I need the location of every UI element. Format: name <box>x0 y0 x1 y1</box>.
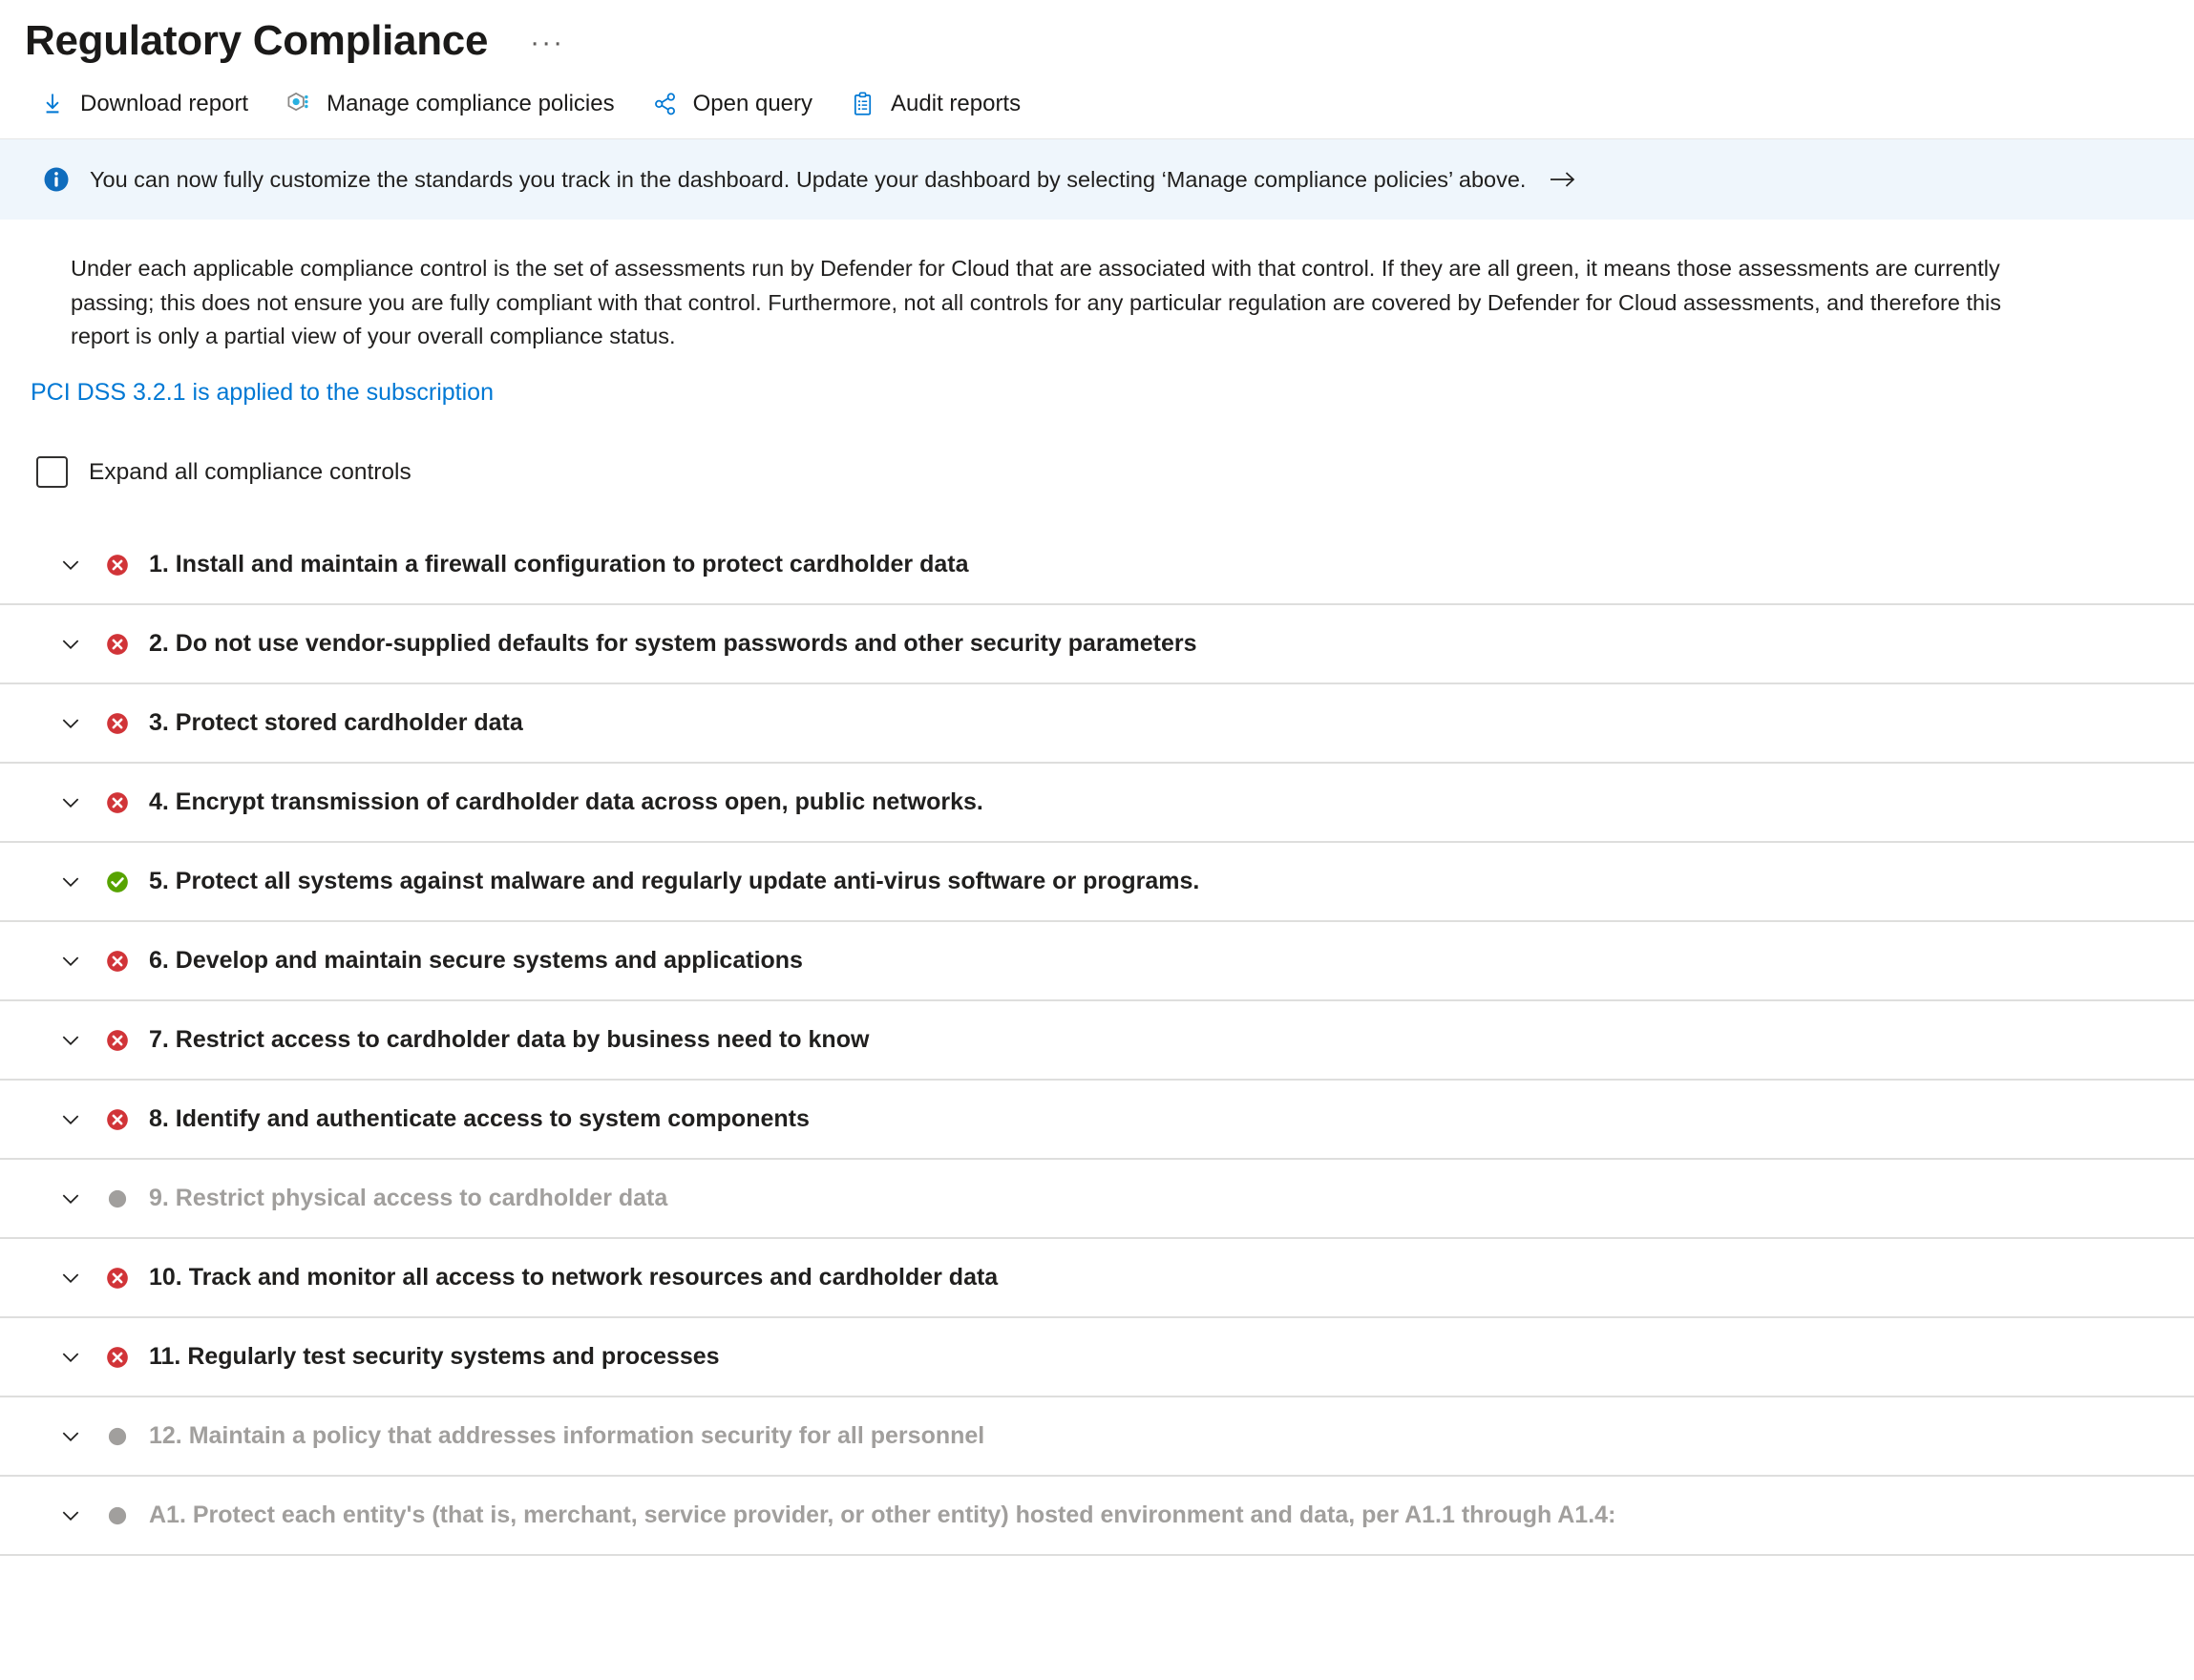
control-label: 3. Protect stored cardholder data <box>149 709 523 737</box>
table-row[interactable]: 1. Install and maintain a firewall confi… <box>0 526 2194 606</box>
control-label: 5. Protect all systems against malware a… <box>149 868 1200 895</box>
share-graph-icon <box>651 90 680 118</box>
info-banner-text: You can now fully customize the standard… <box>90 166 1527 192</box>
chevron-down-icon[interactable] <box>57 1106 84 1133</box>
page-header: Regulatory Compliance ··· <box>0 0 2194 69</box>
control-label: 2. Do not use vendor-supplied defaults f… <box>149 630 1197 658</box>
control-label: 7. Restrict access to cardholder data by… <box>149 1026 870 1054</box>
chevron-down-icon[interactable] <box>57 1344 84 1371</box>
chevron-down-icon[interactable] <box>57 631 84 658</box>
manage-compliance-policies-button[interactable]: Manage compliance policies <box>271 79 628 129</box>
status-passed-icon <box>105 870 130 894</box>
chevron-down-icon[interactable] <box>57 710 84 737</box>
status-failed-icon <box>105 1107 130 1132</box>
arrow-right-icon[interactable] <box>1549 169 1577 190</box>
clipboard-list-icon <box>849 90 877 118</box>
more-options-button[interactable]: ··· <box>522 23 572 63</box>
manage-compliance-policies-label: Manage compliance policies <box>327 90 615 116</box>
download-report-button[interactable]: Download report <box>25 79 262 129</box>
chevron-down-icon[interactable] <box>57 1027 84 1054</box>
download-report-label: Download report <box>80 90 249 116</box>
audit-reports-label: Audit reports <box>891 90 1022 116</box>
control-label: 8. Identify and authenticate access to s… <box>149 1105 810 1133</box>
info-circle-icon <box>42 165 71 194</box>
status-failed-icon <box>105 632 130 657</box>
table-row[interactable]: 3. Protect stored cardholder data <box>0 684 2194 765</box>
expand-all-checkbox[interactable] <box>36 456 68 489</box>
control-label: 1. Install and maintain a firewall confi… <box>149 551 969 578</box>
open-query-label: Open query <box>692 90 813 116</box>
table-row[interactable]: 8. Identify and authenticate access to s… <box>0 1081 2194 1161</box>
table-row[interactable]: 11. Regularly test security systems and … <box>0 1318 2194 1398</box>
control-label: 6. Develop and maintain secure systems a… <box>149 947 803 975</box>
table-row[interactable]: 12. Maintain a policy that addresses inf… <box>0 1397 2194 1478</box>
expand-all-compliance-controls-row[interactable]: Expand all compliance controls <box>36 456 411 489</box>
status-failed-icon <box>105 711 130 736</box>
control-label: 11. Regularly test security systems and … <box>149 1343 720 1371</box>
page-title: Regulatory Compliance <box>25 16 489 64</box>
expand-all-label: Expand all compliance controls <box>89 458 411 485</box>
policy-hexagon-icon <box>285 90 313 118</box>
table-row[interactable]: 5. Protect all systems against malware a… <box>0 843 2194 923</box>
description-paragraph: Under each applicable compliance control… <box>71 256 2002 349</box>
chevron-down-icon[interactable] <box>57 869 84 895</box>
status-not-assessed-icon <box>105 1503 130 1528</box>
control-label: 10. Track and monitor all access to netw… <box>149 1264 999 1292</box>
command-bar: Download report Manage compliance polici… <box>0 69 2194 139</box>
audit-reports-button[interactable]: Audit reports <box>835 79 1034 129</box>
chevron-down-icon[interactable] <box>57 1186 84 1212</box>
chevron-down-icon[interactable] <box>57 948 84 975</box>
table-row[interactable]: 2. Do not use vendor-supplied defaults f… <box>0 605 2194 685</box>
chevron-down-icon[interactable] <box>57 1265 84 1292</box>
control-label: 4. Encrypt transmission of cardholder da… <box>149 788 983 816</box>
table-row[interactable]: 7. Restrict access to cardholder data by… <box>0 1001 2194 1082</box>
chevron-down-icon[interactable] <box>57 1502 84 1529</box>
control-label: A1. Protect each entity's (that is, merc… <box>149 1502 1616 1529</box>
control-label: 9. Restrict physical access to cardholde… <box>149 1185 668 1212</box>
status-failed-icon <box>105 1345 130 1370</box>
status-failed-icon <box>105 1028 130 1053</box>
table-row[interactable]: 4. Encrypt transmission of cardholder da… <box>0 764 2194 844</box>
subscription-standard-link[interactable]: PCI DSS 3.2.1 is applied to the subscrip… <box>31 379 494 407</box>
chevron-down-icon[interactable] <box>57 552 84 578</box>
table-row[interactable]: A1. Protect each entity's (that is, merc… <box>0 1477 2194 1557</box>
status-not-assessed-icon <box>105 1424 130 1449</box>
info-banner: You can now fully customize the standard… <box>0 139 2194 220</box>
download-icon <box>38 90 67 118</box>
open-query-button[interactable]: Open query <box>638 79 826 129</box>
control-label: 12. Maintain a policy that addresses inf… <box>149 1422 985 1450</box>
status-failed-icon <box>105 1266 130 1291</box>
chevron-down-icon[interactable] <box>57 789 84 816</box>
table-row[interactable]: 6. Develop and maintain secure systems a… <box>0 922 2194 1002</box>
status-not-assessed-icon <box>105 1186 130 1211</box>
status-failed-icon <box>105 553 130 578</box>
chevron-down-icon[interactable] <box>57 1423 84 1450</box>
compliance-controls-list: 1. Install and maintain a firewall confi… <box>0 526 2194 1557</box>
table-row[interactable]: 10. Track and monitor all access to netw… <box>0 1239 2194 1319</box>
status-failed-icon <box>105 949 130 974</box>
table-row[interactable]: 9. Restrict physical access to cardholde… <box>0 1160 2194 1240</box>
status-failed-icon <box>105 790 130 815</box>
